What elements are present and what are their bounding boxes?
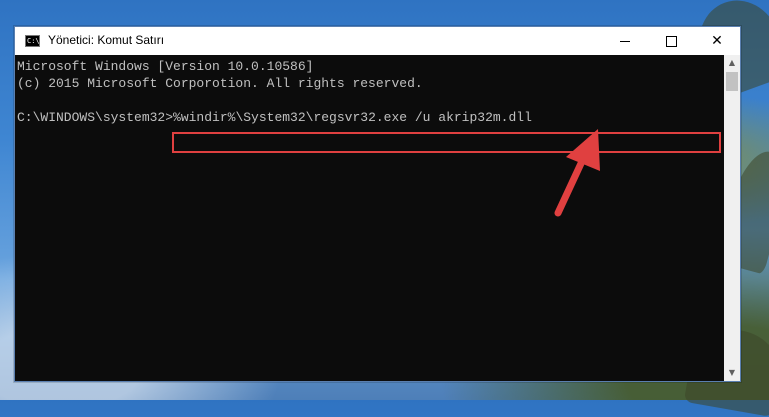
minimize-button[interactable] <box>602 27 648 55</box>
minimize-icon <box>620 40 630 42</box>
cmd-window: C:\ Yönetici: Komut Satırı ✕ Microsoft W… <box>14 26 741 382</box>
command-line[interactable]: C:\WINDOWS\system32>%windir%\System32\re… <box>17 109 532 126</box>
window-title: Yönetici: Komut Satırı <box>48 33 165 47</box>
prompt-text: C:\WINDOWS\system32> <box>17 110 174 125</box>
cmd-app-icon: C:\ <box>25 35 40 47</box>
maximize-button[interactable] <box>648 27 694 55</box>
scroll-down-icon[interactable]: ▼ <box>724 365 740 381</box>
close-button[interactable]: ✕ <box>694 27 740 55</box>
vertical-scrollbar[interactable]: ▲ ▼ <box>724 55 740 381</box>
title-bar[interactable]: C:\ Yönetici: Komut Satırı ✕ <box>15 27 740 55</box>
red-arrow-icon <box>554 129 600 217</box>
console-line-version: Microsoft Windows [Version 10.0.10586] <box>17 59 314 74</box>
console-output[interactable]: Microsoft Windows [Version 10.0.10586] (… <box>15 55 724 381</box>
command-highlight-box <box>172 132 721 153</box>
console-line-copyright: (c) 2015 Microsoft Corporotion. All righ… <box>17 76 423 91</box>
close-icon: ✕ <box>711 33 723 49</box>
maximize-icon <box>665 35 677 47</box>
scroll-thumb[interactable] <box>726 72 738 91</box>
scroll-up-icon[interactable]: ▲ <box>724 55 740 71</box>
command-text[interactable]: %windir%\System32\regsvr32.exe /u akrip3… <box>173 110 532 125</box>
